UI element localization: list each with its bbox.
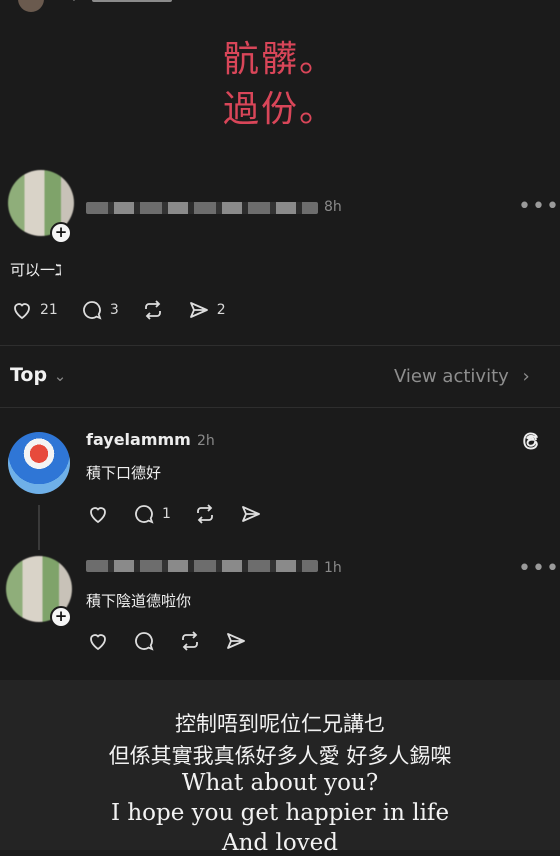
repost-button[interactable] — [178, 629, 202, 653]
comment-time: 1h — [324, 560, 342, 576]
repost-button[interactable] — [141, 298, 165, 322]
divider — [0, 345, 560, 346]
post-username-blurred[interactable] — [86, 202, 318, 214]
repost-icon — [144, 300, 161, 320]
comment-icon — [82, 301, 102, 320]
blurred-title — [92, 0, 172, 2]
comment-actions — [86, 629, 270, 653]
share-button[interactable] — [224, 629, 248, 653]
repost-icon — [197, 504, 213, 524]
comment-text: 積下口德好 — [86, 464, 162, 482]
caption-line4: I hope you get happier in life — [110, 800, 450, 826]
like-button[interactable] — [86, 629, 110, 653]
sort-label: Top — [10, 364, 48, 386]
post-time: 8h — [324, 199, 342, 215]
caption-panel: 控制唔到呢位仁兄講乜 但係其實我真係好多人愛 好多人錫㗎 What about … — [0, 680, 560, 856]
divider — [0, 407, 560, 408]
share-button[interactable] — [239, 502, 263, 526]
thread-line — [38, 505, 40, 550]
comment-username[interactable]: fayelammm — [86, 430, 191, 449]
share-button[interactable]: 2 — [187, 298, 226, 322]
more-icon[interactable]: ••• — [518, 556, 560, 581]
like-count: 21 — [40, 302, 58, 318]
reply-button[interactable]: 1 — [132, 502, 171, 526]
chevron-down-icon: ⌄ — [53, 367, 67, 385]
caption-line3: What about you? — [181, 770, 379, 796]
overlay-text-line1: 骯髒。 — [222, 39, 337, 80]
caption-line1: 控制唔到呢位仁兄講乜 — [175, 712, 385, 736]
post-text: 可以一ℷ — [10, 261, 62, 279]
comment-text: 積下陰道德啦你 — [86, 592, 192, 610]
more-icon[interactable]: ••• — [518, 194, 560, 219]
repost-icon — [182, 631, 198, 651]
plus-icon[interactable]: + — [50, 606, 72, 628]
share-icon — [242, 506, 260, 522]
sort-dropdown[interactable]: Top ⌄ — [10, 364, 66, 386]
share-icon — [227, 633, 245, 649]
plus-icon[interactable]: + — [50, 222, 72, 244]
repost-button[interactable] — [193, 502, 217, 526]
share-icon — [189, 302, 208, 318]
comment-actions: 1 — [86, 502, 285, 526]
chevron-left-icon[interactable]: ‹ — [70, 0, 76, 6]
like-button[interactable] — [86, 502, 110, 526]
comment-time: 2h — [197, 433, 215, 449]
view-activity-link[interactable]: View activity › — [394, 366, 530, 387]
threads-icon[interactable] — [518, 428, 544, 454]
reply-count: 3 — [109, 302, 119, 318]
view-activity-label: View activity — [394, 366, 509, 387]
avatar[interactable] — [18, 0, 44, 12]
reply-button[interactable] — [132, 629, 156, 653]
top-header-cropped: ‹ — [0, 0, 560, 12]
comment-icon — [135, 505, 154, 524]
comment-username-blurred[interactable] — [86, 560, 318, 572]
heart-icon — [90, 634, 106, 651]
chevron-right-icon: › — [522, 366, 530, 387]
overlay-text-line2: 過份。 — [222, 89, 337, 130]
caption-line2: 但係其實我真係好多人愛 好多人錫㗎 — [108, 744, 452, 768]
reply-button[interactable]: 3 — [80, 298, 119, 322]
reply-count: 1 — [162, 506, 171, 522]
comment-icon — [135, 632, 154, 651]
post-actions: 21 3 2 — [10, 298, 248, 322]
comment-avatar[interactable] — [8, 432, 70, 494]
like-button[interactable]: 21 — [10, 298, 58, 322]
heart-icon — [90, 507, 106, 524]
share-count: 2 — [216, 302, 226, 318]
heart-icon — [14, 303, 30, 320]
caption-line5: And loved — [222, 830, 338, 856]
